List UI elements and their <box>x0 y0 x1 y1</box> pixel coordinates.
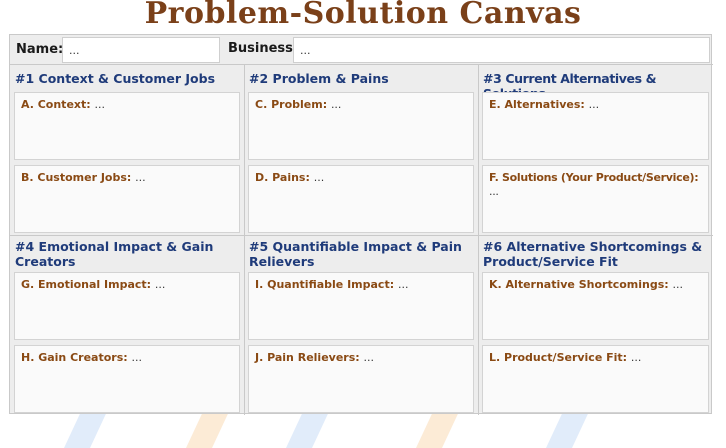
box-value: ... <box>313 171 325 184</box>
section-heading: Problem & Pains <box>272 71 389 86</box>
box-alternatives[interactable]: E. Alternatives: ... <box>482 92 709 160</box>
section-title-6: #6 Alternative Shortcomings & Product/Se… <box>483 239 711 269</box>
box-value: ... <box>397 278 409 291</box>
box-label: J. Pain Relievers: <box>255 351 360 364</box>
box-label: E. Alternatives: <box>489 98 585 111</box>
divider <box>478 65 479 415</box>
box-value: ... <box>672 278 684 291</box>
box-label: D. Pains: <box>255 171 310 184</box>
box-quantifiable-impact[interactable]: I. Quantifiable Impact: ... <box>248 272 474 340</box>
box-emotional-impact[interactable]: G. Emotional Impact: ... <box>14 272 240 340</box>
section-heading: Quantifiable Impact & Pain Relievers <box>249 239 462 269</box>
name-label: Name: <box>16 42 64 57</box>
section-title-5: #5 Quantifiable Impact & Pain Relievers <box>249 239 474 269</box>
section-number: #1 <box>15 71 35 86</box>
box-value: ... <box>131 351 143 364</box>
box-solutions[interactable]: F. Solutions (Your Product/Service): ... <box>482 165 709 233</box>
box-value: ... <box>154 278 166 291</box>
box-pains[interactable]: D. Pains: ... <box>248 165 474 233</box>
box-value: ... <box>135 171 146 184</box>
box-value: ... <box>330 98 342 111</box>
section-title-4: #4 Emotional Impact & Gain Creators <box>15 239 240 269</box>
box-customer-jobs[interactable]: B. Customer Jobs: ... <box>14 165 240 233</box>
box-label: L. Product/Service Fit: <box>489 351 628 364</box>
divider <box>10 64 713 65</box>
box-product-service-fit[interactable]: L. Product/Service Fit: ... <box>482 345 709 413</box>
box-label: K. Alternative Shortcomings: <box>489 278 669 291</box>
box-value: ... <box>94 98 106 111</box>
business-field[interactable]: ... <box>293 37 710 63</box>
box-label: H. Gain Creators: <box>21 351 128 364</box>
box-value: ... <box>630 351 642 364</box>
section-number: #2 <box>249 71 269 86</box>
box-label: G. Emotional Impact: <box>21 278 152 291</box>
box-label: B. Customer Jobs: <box>21 171 132 184</box>
section-heading: Context & Customer Jobs <box>38 71 216 86</box>
box-value: ... <box>363 351 375 364</box>
divider <box>10 235 713 236</box>
section-heading: Emotional Impact & Gain Creators <box>15 239 214 269</box>
section-number: #5 <box>249 239 269 254</box>
divider <box>244 65 245 415</box>
box-label: F. Solutions (Your Product/Service): <box>489 171 699 184</box>
canvas: Name: ... Business: ... #1 Context & Cus… <box>9 34 713 415</box>
section-number: #3 <box>483 71 502 86</box>
page-title: Problem-Solution Canvas <box>144 0 582 30</box>
section-title-2: #2 Problem & Pains <box>249 71 474 86</box>
box-value: ... <box>588 98 600 111</box>
box-label: A. Context: <box>21 98 91 111</box>
section-number: #4 <box>15 239 35 254</box>
box-context[interactable]: A. Context: ... <box>14 92 240 160</box>
box-pain-relievers[interactable]: J. Pain Relievers: ... <box>248 345 474 413</box>
box-label: C. Problem: <box>255 98 328 111</box>
business-label: Business: <box>228 41 299 56</box>
section-number: #6 <box>483 239 503 254</box>
box-value: ... <box>489 185 499 198</box>
name-field[interactable]: ... <box>62 37 220 63</box>
box-label: I. Quantifiable Impact: <box>255 278 395 291</box>
box-gain-creators[interactable]: H. Gain Creators: ... <box>14 345 240 413</box>
section-title-1: #1 Context & Customer Jobs <box>15 71 240 86</box>
box-alternative-shortcomings[interactable]: K. Alternative Shortcomings: ... <box>482 272 709 340</box>
section-heading: Alternative Shortcomings & Product/Servi… <box>483 239 703 269</box>
box-problem[interactable]: C. Problem: ... <box>248 92 474 160</box>
